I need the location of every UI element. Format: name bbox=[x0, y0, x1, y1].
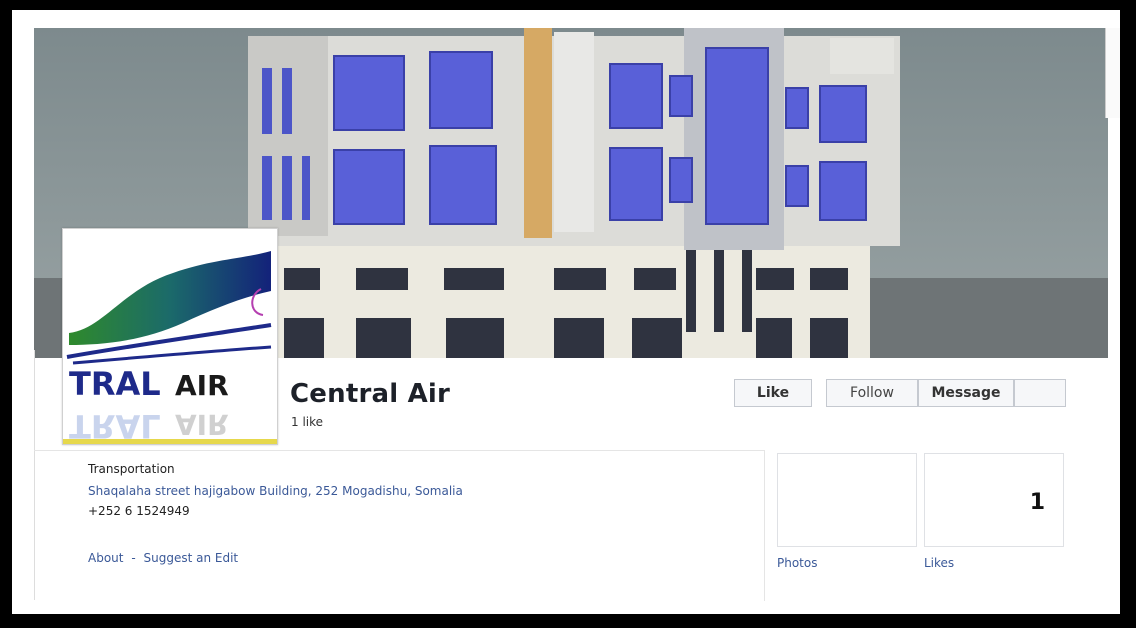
logo-reflection-tral: TRAL bbox=[69, 407, 161, 444]
central-air-logo: TRAL AIR TRAL AIR bbox=[63, 229, 277, 444]
likes-label[interactable]: Likes bbox=[924, 556, 954, 570]
page-category[interactable]: Transportation bbox=[88, 462, 175, 476]
likes-count-value: 1 bbox=[1029, 490, 1045, 515]
likes-tile[interactable]: 1 bbox=[924, 453, 1064, 547]
about-links: About - Suggest an Edit bbox=[88, 551, 242, 565]
more-options-button[interactable] bbox=[1014, 379, 1066, 407]
photos-tile[interactable] bbox=[777, 453, 917, 547]
link-separator: - bbox=[131, 551, 136, 565]
message-button[interactable]: Message bbox=[918, 379, 1014, 407]
page-title: Central Air bbox=[290, 379, 451, 409]
like-button[interactable]: Like bbox=[734, 379, 812, 407]
profile-picture[interactable]: TRAL AIR TRAL AIR bbox=[62, 228, 278, 445]
about-link[interactable]: About bbox=[88, 551, 123, 565]
like-count[interactable]: 1 like bbox=[291, 415, 323, 429]
page-address-link[interactable]: Shaqalaha street hajigabow Building, 252… bbox=[88, 484, 463, 498]
page-phone: +252 6 1524949 bbox=[88, 504, 190, 518]
sidebar-edge bbox=[1105, 28, 1120, 118]
photos-label[interactable]: Photos bbox=[777, 556, 817, 570]
suggest-edit-link[interactable]: Suggest an Edit bbox=[143, 551, 238, 565]
facebook-page-frame: TRAL AIR TRAL AIR Central Air 1 like Lik… bbox=[12, 10, 1120, 614]
logo-text-air: AIR bbox=[175, 369, 229, 402]
logo-reflection-air: AIR bbox=[175, 408, 229, 441]
follow-button[interactable]: Follow bbox=[826, 379, 918, 407]
logo-text-tral: TRAL bbox=[69, 365, 161, 403]
